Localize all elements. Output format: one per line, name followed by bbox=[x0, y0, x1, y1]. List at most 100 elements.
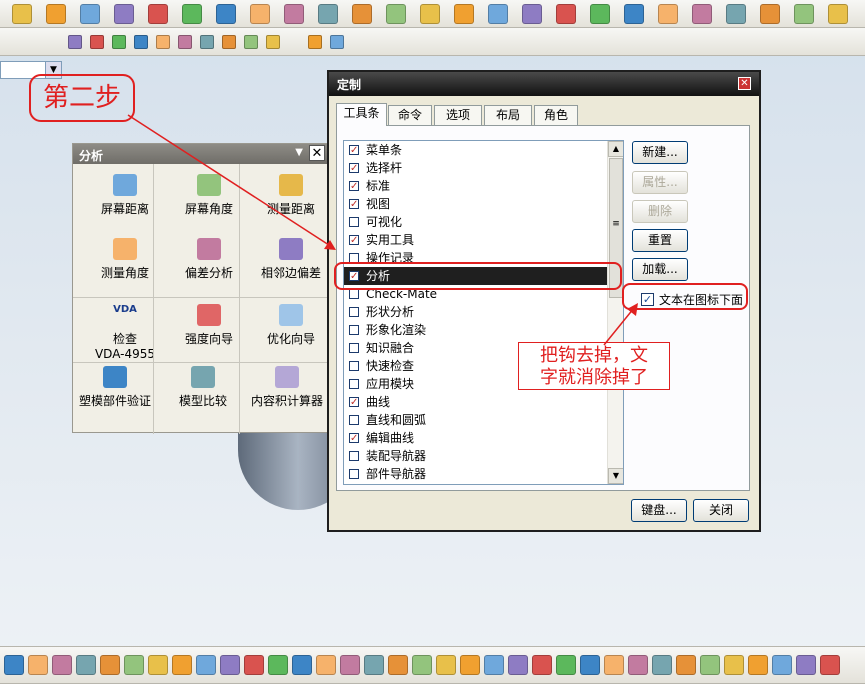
utility-tool-icon[interactable] bbox=[266, 35, 280, 49]
item-checkbox[interactable] bbox=[349, 160, 359, 178]
curve-tool-icon[interactable] bbox=[700, 655, 720, 675]
block-icon[interactable] bbox=[46, 4, 66, 24]
curve-tool-icon[interactable] bbox=[628, 655, 648, 675]
item-checkbox[interactable] bbox=[349, 178, 359, 196]
point-icon[interactable] bbox=[522, 4, 542, 24]
utility-tool-icon[interactable] bbox=[156, 35, 170, 49]
curve-tool-icon[interactable] bbox=[652, 655, 672, 675]
measure-icon[interactable] bbox=[624, 4, 644, 24]
reset-button[interactable]: 重置 bbox=[632, 229, 688, 252]
analysis-tool-6[interactable]: 相邻边偏差 bbox=[249, 238, 333, 281]
blend-icon[interactable] bbox=[556, 4, 576, 24]
list-scrollbar[interactable]: ▲ ≡ ▼ bbox=[607, 141, 623, 484]
item-checkbox[interactable] bbox=[349, 232, 359, 250]
surface-icon[interactable] bbox=[182, 4, 202, 24]
analysis-tool-1[interactable]: 屏幕距离 bbox=[83, 174, 167, 217]
toolbar-list-item[interactable]: 标准 bbox=[344, 177, 607, 196]
cylinder-icon[interactable] bbox=[80, 4, 100, 24]
scroll-down-icon[interactable]: ▼ bbox=[608, 468, 623, 484]
tab-layout[interactable]: 布局 bbox=[484, 105, 532, 125]
dialog-title-bar[interactable]: 定制 ✕ bbox=[329, 72, 759, 96]
curve-tool-icon[interactable] bbox=[196, 655, 216, 675]
new-button[interactable]: 新建... bbox=[632, 141, 688, 164]
cube-icon[interactable] bbox=[760, 4, 780, 24]
toolbar-list-item[interactable]: 形状分析 bbox=[344, 303, 607, 321]
curve-tool-icon[interactable] bbox=[772, 655, 792, 675]
mesh-icon[interactable] bbox=[386, 4, 406, 24]
curve-tool-icon[interactable] bbox=[148, 655, 168, 675]
utility-tool-icon[interactable] bbox=[308, 35, 322, 49]
utility-tool-icon[interactable] bbox=[200, 35, 214, 49]
pattern-icon[interactable] bbox=[114, 4, 134, 24]
properties-button[interactable]: 属性... bbox=[632, 171, 688, 194]
curve-tool-icon[interactable] bbox=[724, 655, 744, 675]
feature-icon[interactable] bbox=[318, 4, 338, 24]
tab-toolbars[interactable]: 工具条 bbox=[336, 103, 387, 126]
utility-tool-icon[interactable] bbox=[178, 35, 192, 49]
trim-icon[interactable] bbox=[488, 4, 508, 24]
frame-icon[interactable] bbox=[726, 4, 746, 24]
curve-tool-icon[interactable] bbox=[820, 655, 840, 675]
curve-icon[interactable] bbox=[420, 4, 440, 24]
wave-icon[interactable] bbox=[658, 4, 678, 24]
item-checkbox[interactable] bbox=[349, 469, 359, 479]
shaded-face-icon[interactable] bbox=[12, 4, 32, 24]
analysis-tool-11[interactable]: 模型比较 bbox=[161, 366, 245, 409]
tab-options[interactable]: 选项 bbox=[434, 105, 482, 125]
item-checkbox[interactable] bbox=[349, 451, 359, 461]
toolbar-list-item[interactable]: 形象化渲染 bbox=[344, 321, 607, 339]
curve-tool-icon[interactable] bbox=[412, 655, 432, 675]
curve-tool-icon[interactable] bbox=[292, 655, 312, 675]
curve-tool-icon[interactable] bbox=[508, 655, 528, 675]
toolbar-list-item[interactable]: 直线和圆弧 bbox=[344, 411, 607, 429]
item-checkbox[interactable] bbox=[349, 142, 359, 160]
orange-cube-icon[interactable] bbox=[828, 4, 848, 24]
item-checkbox[interactable] bbox=[349, 430, 359, 448]
tab-roles[interactable]: 角色 bbox=[534, 105, 578, 125]
curve-tool-icon[interactable] bbox=[100, 655, 120, 675]
scroll-up-icon[interactable]: ▲ bbox=[608, 141, 623, 157]
curve-tool-icon[interactable] bbox=[316, 655, 336, 675]
load-button[interactable]: 加载... bbox=[632, 258, 688, 281]
toolbar-list-item[interactable]: 菜单条 bbox=[344, 141, 607, 160]
toolbar-list-item[interactable]: 选择杆 bbox=[344, 159, 607, 178]
curve-tool-icon[interactable] bbox=[364, 655, 384, 675]
item-checkbox[interactable] bbox=[349, 379, 359, 389]
item-checkbox[interactable] bbox=[349, 415, 359, 425]
toolbar-list-item[interactable]: 实用工具 bbox=[344, 231, 607, 250]
utility-tool-icon[interactable] bbox=[134, 35, 148, 49]
curve-tool-icon[interactable] bbox=[604, 655, 624, 675]
curve-tool-icon[interactable] bbox=[532, 655, 552, 675]
item-checkbox[interactable] bbox=[349, 361, 359, 371]
item-checkbox[interactable] bbox=[349, 325, 359, 335]
analysis-tool-3[interactable]: 测量距离 bbox=[249, 174, 333, 217]
curve-tool-icon[interactable] bbox=[76, 655, 96, 675]
curve-tool-icon[interactable] bbox=[796, 655, 816, 675]
toolbar-list-item[interactable]: 装配导航器 bbox=[344, 447, 607, 465]
curve-tool-icon[interactable] bbox=[676, 655, 696, 675]
tube-icon[interactable] bbox=[692, 4, 712, 24]
curve-tool-icon[interactable] bbox=[460, 655, 480, 675]
utility-tool-icon[interactable] bbox=[330, 35, 344, 49]
curve-tool-icon[interactable] bbox=[340, 655, 360, 675]
item-checkbox[interactable] bbox=[349, 289, 359, 299]
close-icon[interactable]: ✕ bbox=[738, 77, 751, 90]
curve-tool-icon[interactable] bbox=[124, 655, 144, 675]
curve-tool-icon[interactable] bbox=[268, 655, 288, 675]
toolbar-list-item[interactable]: 视图 bbox=[344, 195, 607, 214]
curve-tool-icon[interactable] bbox=[52, 655, 72, 675]
utility-tool-icon[interactable] bbox=[244, 35, 258, 49]
curve-tool-icon[interactable] bbox=[484, 655, 504, 675]
curve-tool-icon[interactable] bbox=[580, 655, 600, 675]
item-checkbox[interactable] bbox=[349, 394, 359, 412]
toolbar-list-item[interactable]: 可视化 bbox=[344, 213, 607, 231]
utility-tool-icon[interactable] bbox=[68, 35, 82, 49]
analysis-icon[interactable] bbox=[590, 4, 610, 24]
yellow-cube-icon[interactable] bbox=[794, 4, 814, 24]
item-checkbox[interactable] bbox=[349, 343, 359, 353]
analysis-tool-12[interactable]: 内容积计算器 bbox=[245, 366, 329, 409]
curve-tool-icon[interactable] bbox=[172, 655, 192, 675]
toolbar-list-item[interactable]: 曲线 bbox=[344, 393, 607, 412]
utility-tool-icon[interactable] bbox=[112, 35, 126, 49]
item-checkbox[interactable] bbox=[349, 217, 359, 227]
